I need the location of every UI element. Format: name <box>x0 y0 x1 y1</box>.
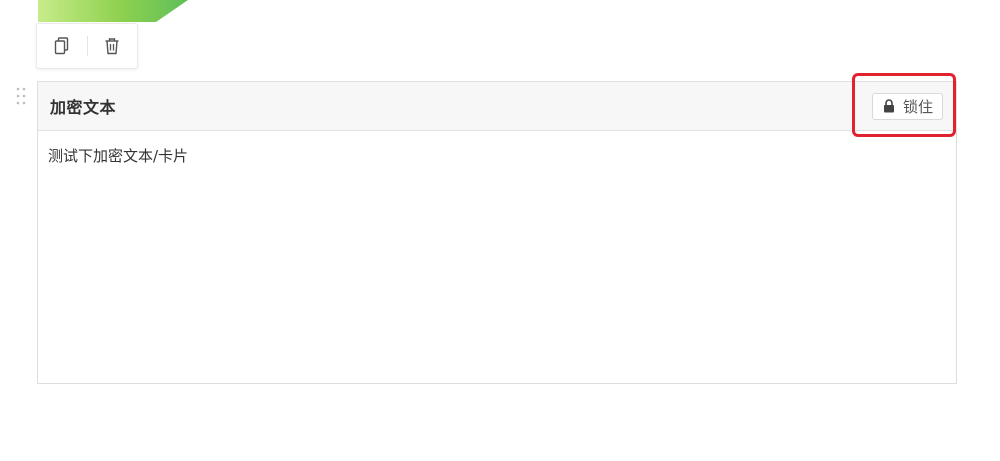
copy-button[interactable] <box>37 24 87 68</box>
lock-button[interactable]: 锁住 <box>871 92 943 120</box>
delete-button[interactable] <box>87 24 137 68</box>
card-header: 加密文本 锁住 <box>38 82 956 131</box>
trash-icon <box>105 38 119 55</box>
block-toolbar <box>36 23 138 69</box>
lock-button-label: 锁住 <box>902 97 933 116</box>
banner-graphic <box>38 0 188 22</box>
drag-handle-icon[interactable] <box>15 87 27 105</box>
encrypted-text-card: 加密文本 锁住 测试下加密文本/卡片 <box>37 81 957 384</box>
copy-icon <box>54 37 68 55</box>
lock-icon <box>883 99 894 113</box>
card-title: 加密文本 <box>50 98 117 117</box>
card-content[interactable]: 测试下加密文本/卡片 <box>38 131 956 181</box>
